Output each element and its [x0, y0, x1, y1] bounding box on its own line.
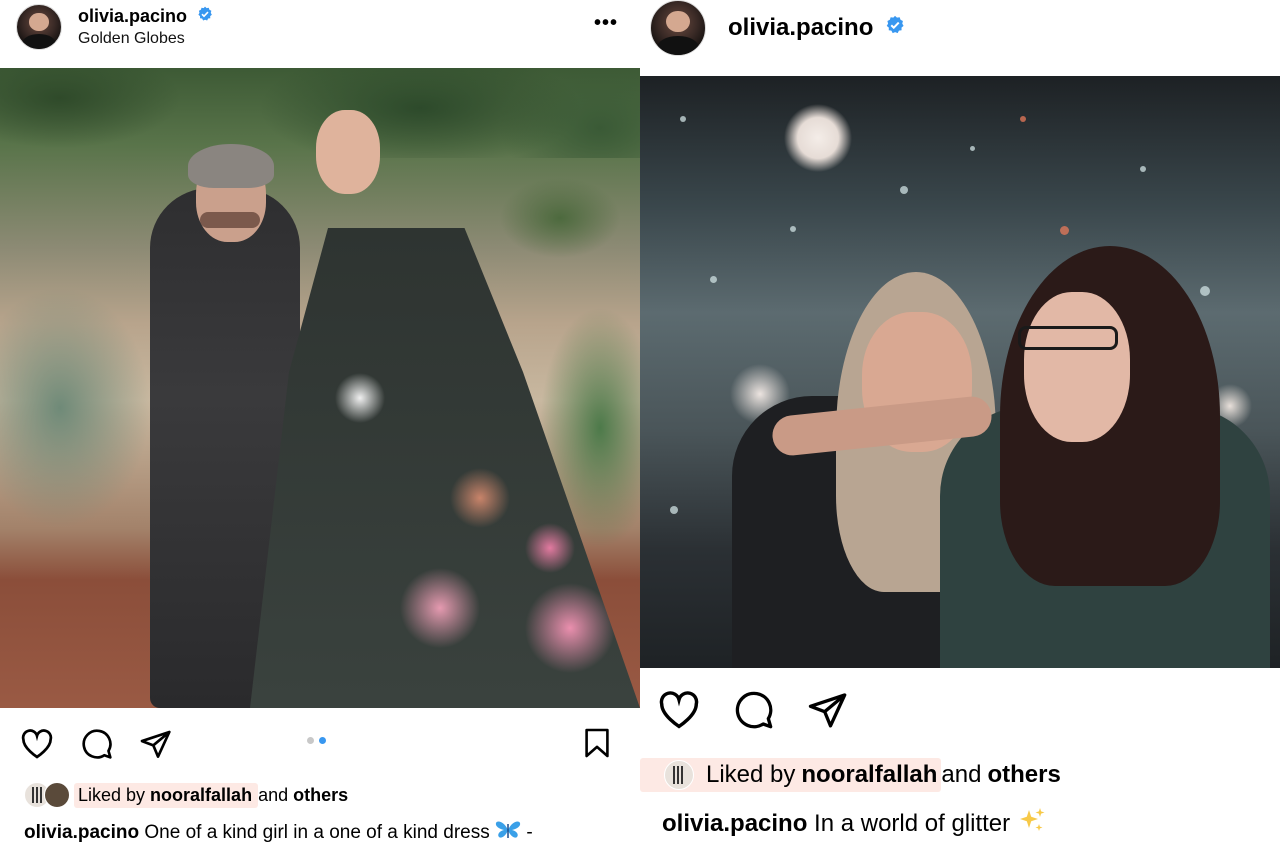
verified-badge-icon	[197, 6, 213, 27]
carousel-dot[interactable]	[307, 737, 314, 744]
bookmark-wrap	[584, 727, 610, 759]
woman-face	[316, 110, 380, 194]
action-bar	[20, 728, 172, 760]
post-photo[interactable]	[640, 76, 1280, 668]
butterfly-emoji	[495, 820, 521, 844]
liker-avatar[interactable]	[44, 782, 70, 808]
avatar[interactable]	[650, 0, 706, 56]
carousel-dot-active[interactable]	[319, 737, 326, 744]
caption-text: One of a kind girl in a one of a kind dr…	[144, 822, 490, 844]
woman-right-face	[1024, 292, 1130, 442]
post-left: olivia.pacino Golden Globes ••• Liked by…	[0, 0, 640, 844]
likes-row: Liked by nooralfallah and others	[640, 758, 1061, 792]
caption-username[interactable]: olivia.pacino	[662, 810, 807, 837]
action-bar	[658, 690, 848, 730]
bookmark-icon[interactable]	[584, 727, 610, 759]
liked-by-and: and	[258, 784, 289, 805]
liked-by-others[interactable]: others	[293, 785, 348, 806]
heart-icon[interactable]	[20, 729, 54, 759]
heart-icon[interactable]	[658, 691, 700, 729]
more-options-icon[interactable]: •••	[594, 12, 618, 35]
comment-icon[interactable]	[81, 728, 113, 760]
liked-by-user[interactable]: nooralfallah	[801, 761, 937, 789]
share-icon[interactable]	[808, 691, 848, 729]
liked-by-prefix: Liked by	[78, 784, 146, 805]
caption: olivia.pacino In a world of glitter	[662, 806, 1047, 843]
comment-icon[interactable]	[734, 690, 774, 730]
caption-suffix: -	[526, 822, 533, 844]
post-right: olivia.pacino Liked by nooralfallah and …	[640, 0, 1280, 844]
eyeglasses	[1018, 326, 1118, 350]
caption-text: In a world of glitter	[814, 809, 1011, 837]
header-text: olivia.pacino	[728, 14, 905, 43]
plant	[0, 268, 150, 548]
header-text: olivia.pacino Golden Globes	[78, 6, 213, 49]
caption: olivia.pacino One of a kind girl in a on…	[24, 820, 533, 844]
liker-avatar[interactable]	[664, 760, 694, 790]
sparkles-emoji	[1017, 806, 1047, 843]
liked-by-user[interactable]: nooralfallah	[150, 785, 252, 806]
location-label[interactable]: Golden Globes	[78, 30, 213, 48]
likes-row: Liked by nooralfallah and others	[24, 782, 348, 808]
liked-by-others[interactable]: others	[987, 761, 1060, 789]
post-photo[interactable]	[0, 68, 640, 708]
username[interactable]: olivia.pacino	[78, 6, 187, 26]
liked-by-highlight: Liked by nooralfallah	[640, 758, 942, 792]
post-header: olivia.pacino Golden Globes	[16, 4, 213, 50]
verified-badge-icon	[885, 14, 905, 42]
share-icon[interactable]	[140, 729, 172, 759]
username[interactable]: olivia.pacino	[728, 14, 873, 41]
man-hair	[188, 144, 274, 188]
carousel-indicator	[307, 737, 326, 744]
post-header: olivia.pacino	[650, 0, 905, 56]
liked-by-highlight: Liked by nooralfallah	[74, 782, 259, 808]
liked-by-and: and	[941, 761, 982, 788]
sunglasses	[200, 212, 260, 228]
avatar[interactable]	[16, 4, 62, 50]
caption-username[interactable]: olivia.pacino	[24, 822, 139, 843]
liked-by-prefix: Liked by	[706, 761, 796, 788]
